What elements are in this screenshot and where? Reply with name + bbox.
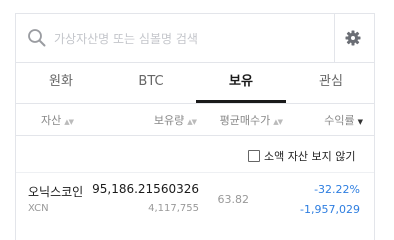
asset-pnl: -1,957,029: [300, 203, 360, 216]
hide-small-assets-label: 소액 자산 보지 않기: [264, 150, 356, 163]
table-row[interactable]: 오닉스코인 XCN 95,186.21560326 4,117,755 63.8…: [16, 172, 374, 225]
asset-value: 4,117,755: [148, 203, 199, 214]
holdings-panel: 원화 BTC 보유 관심 자산▲▼ 보유량▲▼ 평균매수가▲▼ 수익률▼ 소액 …: [15, 13, 375, 240]
asset-return-rate: -32.22%: [314, 183, 360, 196]
tab-holdings[interactable]: 보유: [196, 62, 286, 103]
tab-btc[interactable]: BTC: [106, 62, 196, 102]
search-divider: [334, 14, 335, 62]
sort-icon: ▲▼: [273, 118, 283, 126]
tab-favorites[interactable]: 관심: [286, 62, 376, 102]
search-input[interactable]: [52, 26, 316, 52]
sort-icon: ▲▼: [64, 118, 74, 126]
column-asset[interactable]: 자산 ▲▼: [41, 112, 74, 128]
asset-ticker: XCN: [28, 203, 49, 214]
asset-quantity: 95,186.21560326: [92, 182, 199, 196]
column-return-rate[interactable]: 수익률 ▼: [324, 112, 363, 128]
sort-icon: ▲▼: [187, 118, 197, 126]
column-avg-price[interactable]: 평균매수가 ▲▼: [219, 112, 283, 128]
asset-avg-price: 63.82: [217, 193, 250, 206]
column-header-row: 자산 ▲▼ 보유량 ▲▼ 평균매수가 ▲▼ 수익률 ▼: [16, 103, 374, 136]
column-avg-price-label: 평균매수가: [219, 114, 271, 127]
market-tabs: 원화 BTC 보유 관심: [16, 62, 374, 104]
hide-small-assets-checkbox[interactable]: [248, 150, 260, 162]
tab-krw[interactable]: 원화: [16, 62, 106, 102]
gear-icon[interactable]: [345, 30, 361, 50]
column-quantity[interactable]: 보유량 ▲▼: [153, 112, 197, 128]
column-quantity-label: 보유량: [153, 114, 185, 127]
hide-small-assets-toggle[interactable]: 소액 자산 보지 않기: [248, 148, 355, 164]
asset-name: 오닉스코인: [28, 185, 84, 199]
sort-active-icon: ▼: [357, 118, 363, 126]
search-icon[interactable]: [27, 28, 47, 52]
column-return-rate-label: 수익률: [324, 114, 355, 127]
search-bar: [16, 14, 374, 63]
column-asset-label: 자산: [41, 114, 62, 127]
